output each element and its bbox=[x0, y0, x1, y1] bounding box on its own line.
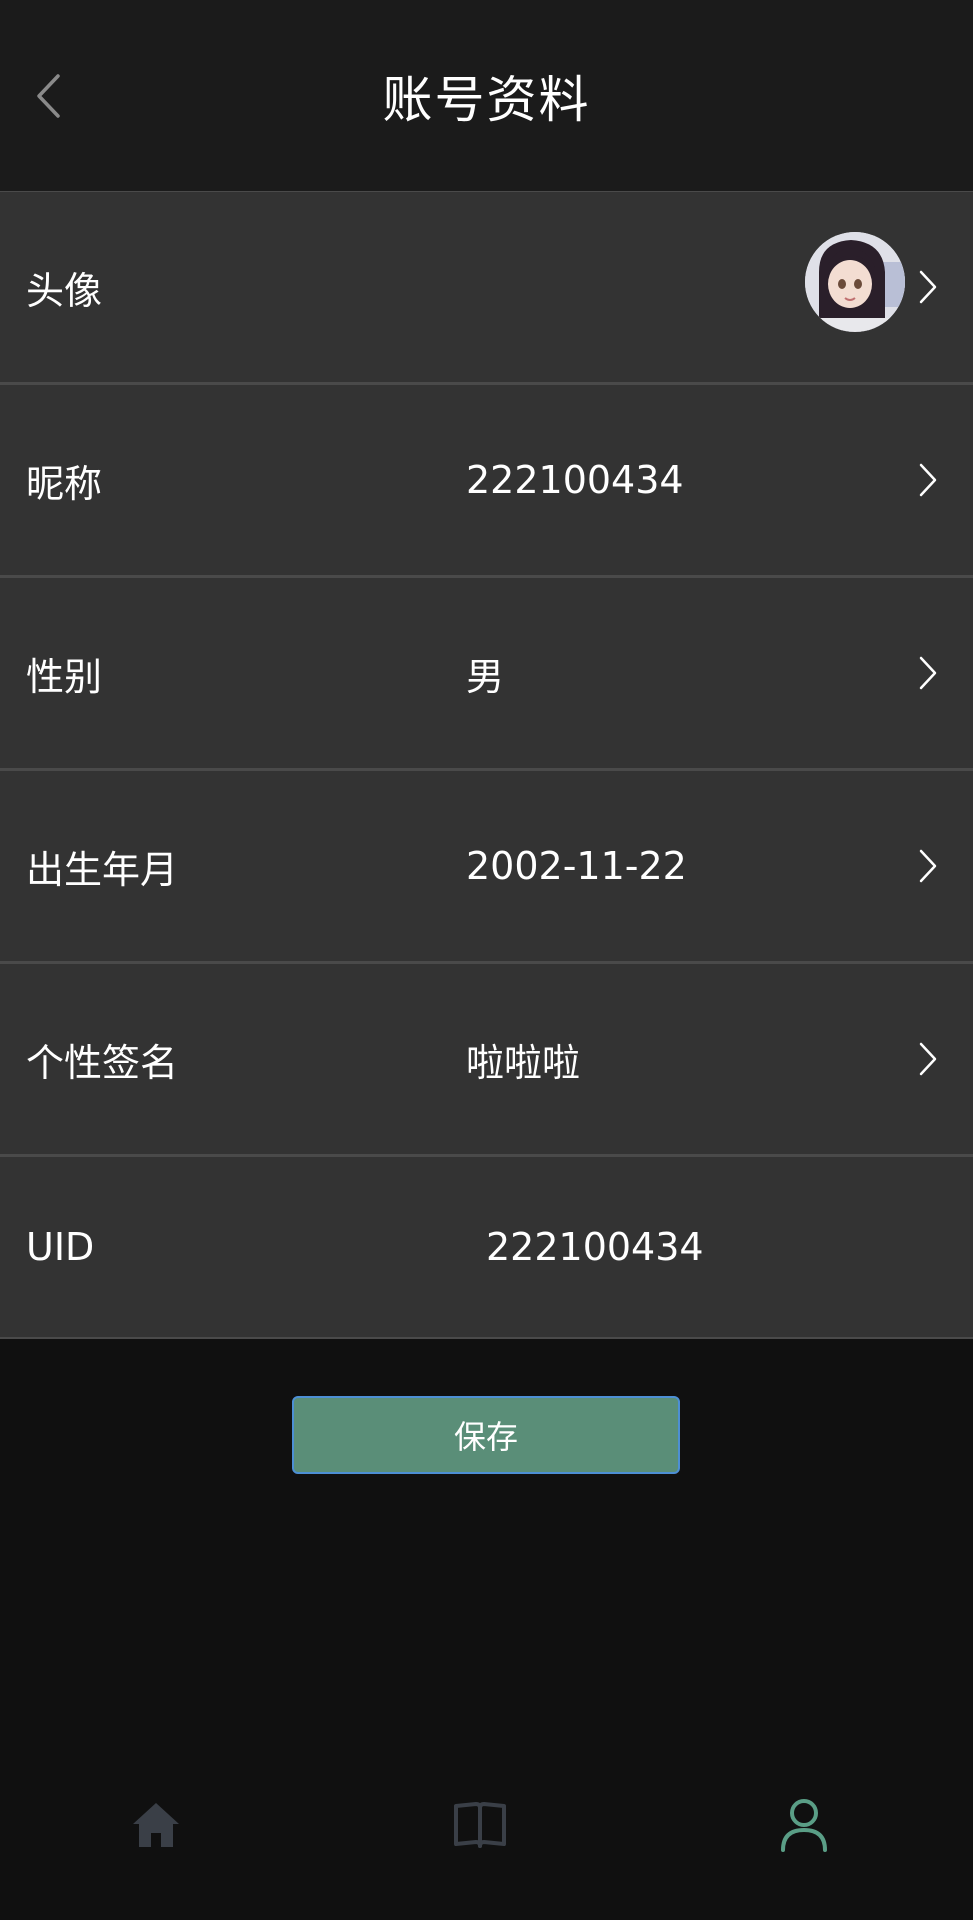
user-icon bbox=[781, 1799, 827, 1852]
birthday-row[interactable]: 出生年月 2002-11-22 bbox=[0, 771, 973, 964]
bottom-nav bbox=[0, 1760, 973, 1890]
chevron-right-icon bbox=[913, 846, 943, 886]
nickname-value: 222100434 bbox=[466, 458, 684, 502]
birthday-value: 2002-11-22 bbox=[466, 844, 687, 888]
avatar[interactable] bbox=[805, 232, 905, 332]
nav-home[interactable] bbox=[96, 1760, 216, 1890]
uid-row: UID 222100434 bbox=[0, 1157, 973, 1339]
chevron-left-icon bbox=[37, 74, 60, 118]
profile-list: 头像 昵称 222100434 性别 男 出生年月 2002-11-22 个性签… bbox=[0, 192, 973, 1339]
nav-profile[interactable] bbox=[744, 1760, 864, 1890]
nav-library[interactable] bbox=[420, 1760, 540, 1890]
save-button[interactable]: 保存 bbox=[292, 1396, 680, 1474]
birthday-label: 出生年月 bbox=[26, 847, 179, 892]
chevron-right-icon bbox=[913, 653, 943, 693]
chevron-right-icon bbox=[913, 267, 943, 307]
gender-row[interactable]: 性别 男 bbox=[0, 578, 973, 771]
nickname-row[interactable]: 昵称 222100434 bbox=[0, 385, 973, 578]
gender-label: 性别 bbox=[26, 654, 103, 699]
book-icon bbox=[454, 1802, 506, 1848]
signature-label: 个性签名 bbox=[26, 1040, 179, 1085]
gender-value: 男 bbox=[466, 654, 505, 699]
back-button[interactable] bbox=[28, 66, 68, 126]
signature-value: 啦啦啦 bbox=[466, 1040, 581, 1085]
chevron-right-icon bbox=[913, 1039, 943, 1079]
home-icon bbox=[133, 1803, 179, 1847]
uid-label: UID bbox=[26, 1225, 95, 1269]
uid-value: 222100434 bbox=[486, 1225, 704, 1269]
avatar-label: 头像 bbox=[26, 268, 103, 313]
signature-row[interactable]: 个性签名 啦啦啦 bbox=[0, 964, 973, 1157]
account-profile-screen: 账号资料 头像 昵称 222100434 性别 男 出生年月 2002-11-2… bbox=[0, 0, 973, 1920]
top-bar: 账号资料 bbox=[0, 0, 973, 192]
page-title: 账号资料 bbox=[382, 71, 591, 129]
chevron-right-icon bbox=[913, 460, 943, 500]
nickname-label: 昵称 bbox=[26, 461, 103, 506]
avatar-image bbox=[805, 232, 905, 332]
avatar-row[interactable]: 头像 bbox=[0, 192, 973, 385]
